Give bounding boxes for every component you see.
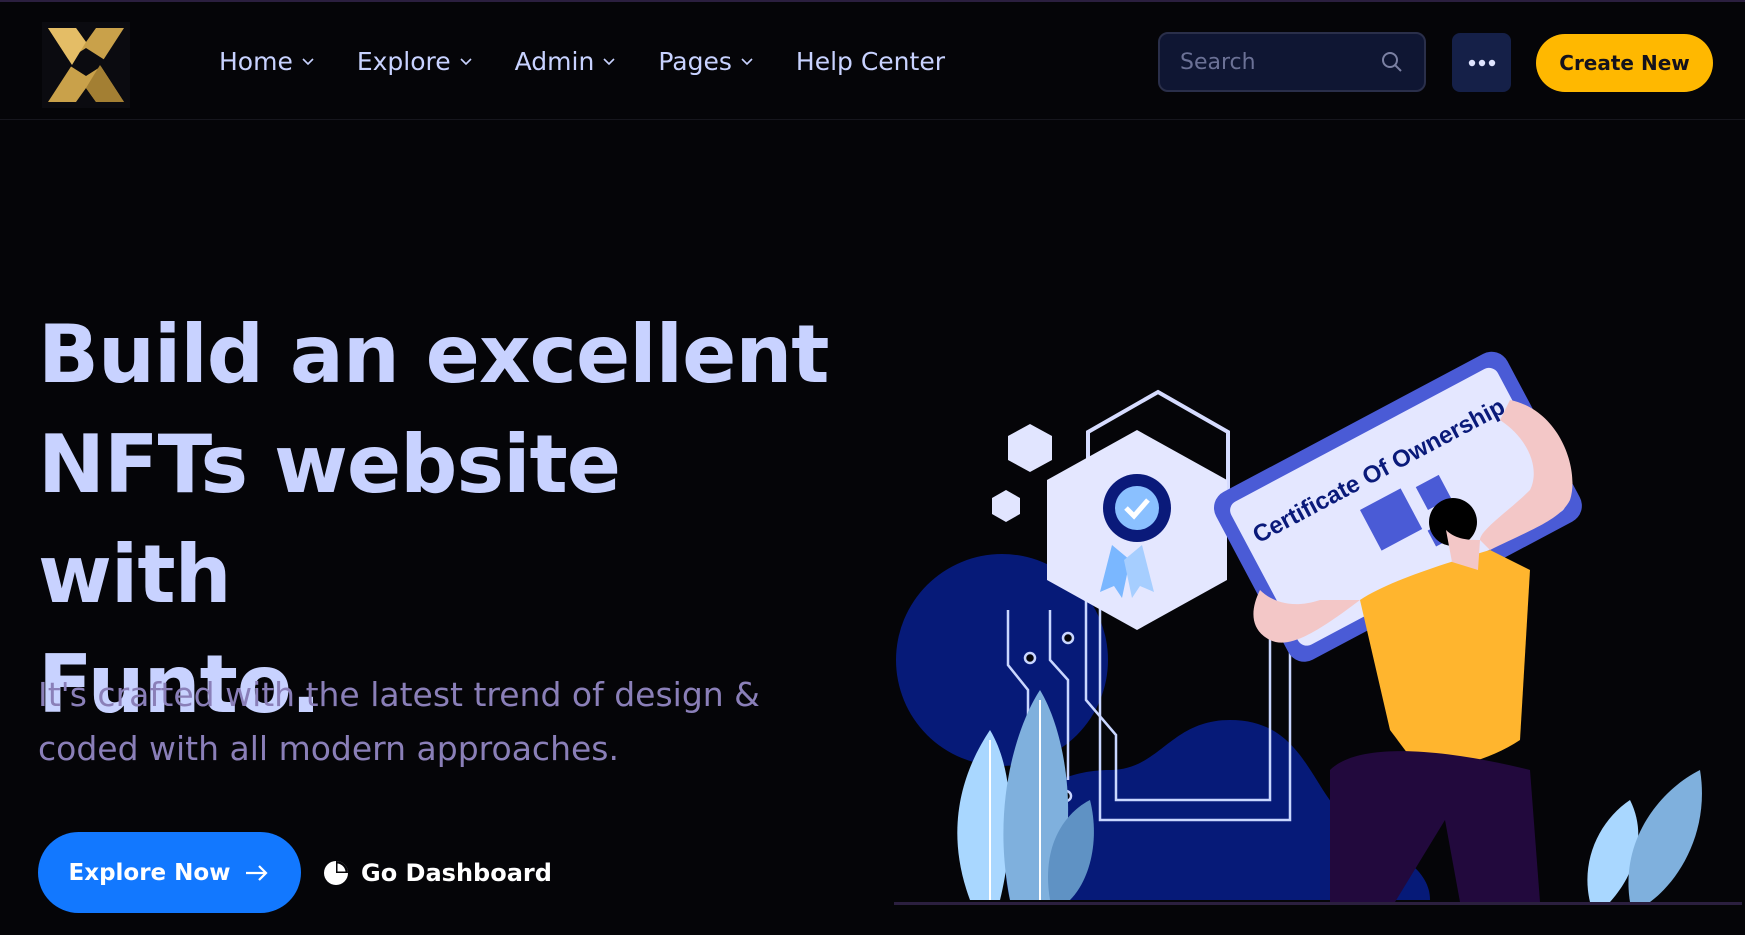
more-dots-icon [1468,59,1495,66]
arrow-right-icon [246,864,269,881]
main-nav: Home Explore Admin Pages Help Center [219,42,987,80]
funto-logo[interactable] [42,22,130,108]
create-new-button[interactable]: Create New [1536,34,1713,92]
hero-title-line: NFTs website with [38,418,621,621]
nav-label: Pages [658,46,732,76]
nav-item-help-center[interactable]: Help Center [796,42,945,80]
hero-illustration: Certificate Of Ownership [894,351,1742,905]
search-box [1158,32,1426,92]
hero-subtitle-line: It's crafted with the latest trend of de… [38,675,760,714]
search-input[interactable] [1180,49,1380,75]
more-options-button[interactable] [1452,33,1511,92]
chevron-down-icon [460,58,472,66]
nav-item-pages[interactable]: Pages [658,42,754,80]
chevron-down-icon [302,58,314,66]
go-dashboard-label: Go Dashboard [361,859,552,887]
hero-subtitle-line: coded with all modern approaches. [38,729,619,768]
nav-label: Admin [514,46,595,76]
nav-item-explore[interactable]: Explore [357,42,473,80]
hero-subtitle: It's crafted with the latest trend of de… [38,668,798,776]
nav-label: Explore [356,46,451,76]
search-icon[interactable] [1380,50,1404,74]
hero-title-line: Build an excellent [38,308,830,401]
explore-now-label: Explore Now [68,859,231,886]
go-dashboard-link[interactable]: Go Dashboard [323,853,552,893]
nav-label: Home [219,46,293,76]
site-header: Home Explore Admin Pages Help Center Sea… [0,2,1745,120]
chevron-down-icon [603,58,615,66]
nav-item-home[interactable]: Home [219,42,315,80]
nav-label: Help Center [795,46,945,76]
nav-item-admin[interactable]: Admin [515,42,617,80]
explore-now-button[interactable]: Explore Now [38,832,301,913]
chevron-down-icon [741,58,753,66]
pie-chart-icon [324,861,348,885]
